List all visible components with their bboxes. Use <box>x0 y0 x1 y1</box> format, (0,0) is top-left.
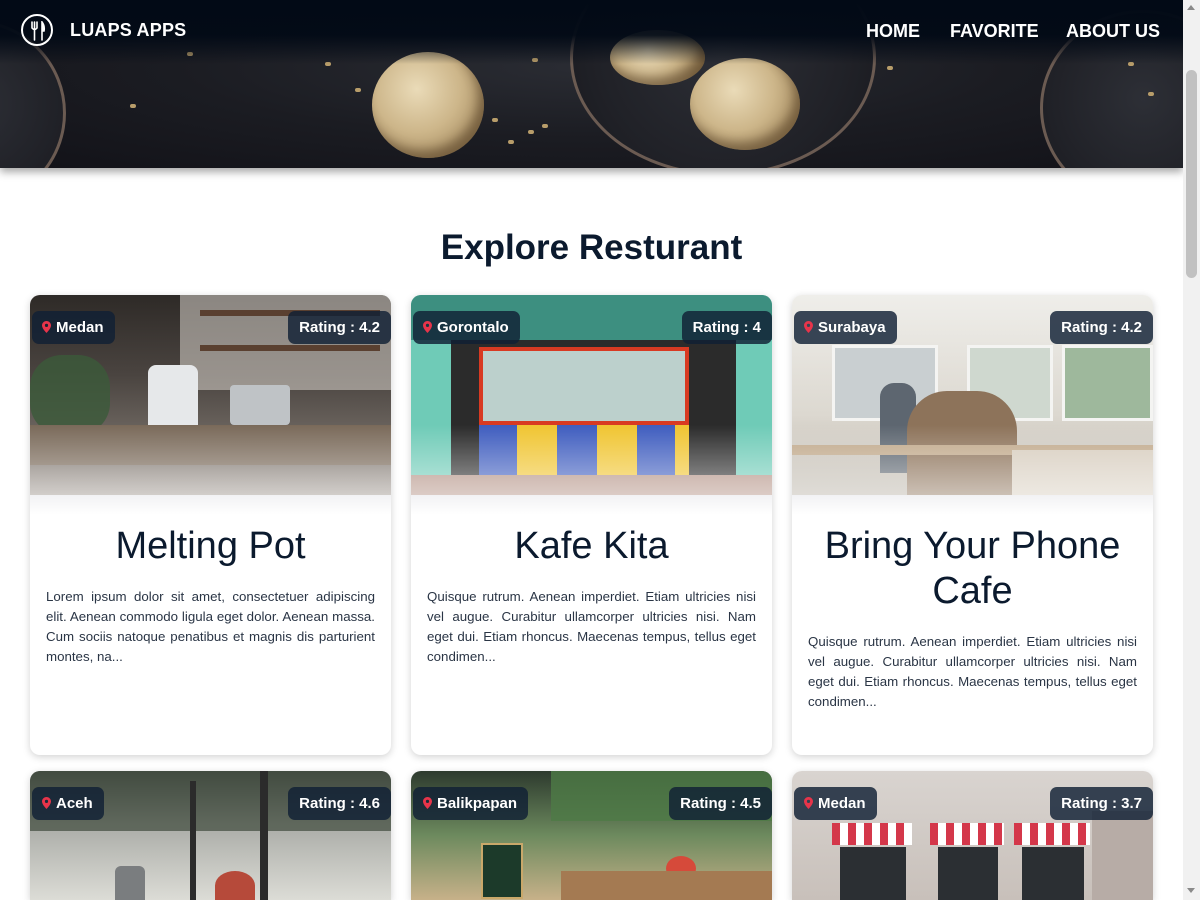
restaurant-image: Balikpapan Rating : 4.5 <box>411 771 772 900</box>
restaurant-name[interactable]: Kafe Kita <box>411 524 772 569</box>
restaurant-card[interactable]: Medan Rating : 3.7 <box>792 771 1153 900</box>
restaurant-description: Quisque rutrum. Aenean imperdiet. Etiam … <box>427 589 756 664</box>
restaurant-card[interactable]: Aceh Rating : 4.6 <box>30 771 391 900</box>
brand-name[interactable]: LUAPS APPS <box>70 20 186 41</box>
restaurant-card[interactable]: Balikpapan Rating : 4.5 <box>411 771 772 900</box>
rating-badge: Rating : 3.7 <box>1050 787 1153 820</box>
rating-badge: Rating : 4.6 <box>288 787 391 820</box>
restaurant-description: Lorem ipsum dolor sit amet, consectetuer… <box>46 589 375 664</box>
fork-knife-icon[interactable] <box>21 14 53 46</box>
restaurant-image: Medan Rating : 4.2 <box>30 295 391 495</box>
location-badge: Balikpapan <box>413 787 529 820</box>
hero-cookie <box>690 58 800 150</box>
location-text: Medan <box>818 795 866 812</box>
location-pin-icon <box>423 797 432 809</box>
rating-badge: Rating : 4.2 <box>288 311 391 344</box>
navbar: LUAPS APPS HOME FAVORITE ABOUT US <box>0 0 1183 64</box>
page-scrollbar[interactable] <box>1183 0 1200 900</box>
location-badge: Medan <box>32 311 115 344</box>
location-badge: Surabaya <box>794 311 897 344</box>
location-pin-icon <box>804 797 813 809</box>
nav-home-link[interactable]: HOME <box>866 21 920 42</box>
location-text: Gorontalo <box>437 319 509 336</box>
rating-badge: Rating : 4.5 <box>669 787 772 820</box>
rating-badge: Rating : 4.2 <box>1050 311 1153 344</box>
scroll-up-arrow-icon[interactable] <box>1187 5 1195 10</box>
location-pin-icon <box>423 321 432 333</box>
scroll-down-arrow-icon[interactable] <box>1187 888 1195 893</box>
location-text: Balikpapan <box>437 795 518 812</box>
restaurant-name[interactable]: Bring Your Phone Cafe <box>792 524 1153 614</box>
location-badge: Gorontalo <box>413 311 520 344</box>
scrollbar-thumb[interactable] <box>1186 70 1197 278</box>
location-text: Surabaya <box>818 319 886 336</box>
restaurant-image: Medan Rating : 3.7 <box>792 771 1153 900</box>
location-pin-icon <box>804 321 813 333</box>
nav-favorite-link[interactable]: FAVORITE <box>950 21 1039 42</box>
location-pin-icon <box>42 321 51 333</box>
nav-about-link[interactable]: ABOUT US <box>1066 21 1160 42</box>
restaurant-card[interactable]: Medan Rating : 4.2 Melting Pot Lorem ips… <box>30 295 391 755</box>
location-badge: Aceh <box>32 787 104 820</box>
section-title: Explore Resturant <box>440 228 743 267</box>
restaurant-name[interactable]: Melting Pot <box>30 524 391 569</box>
restaurant-image: Surabaya Rating : 4.2 <box>792 295 1153 495</box>
location-pin-icon <box>42 797 51 809</box>
restaurant-description: Quisque rutrum. Aenean imperdiet. Etiam … <box>808 634 1137 709</box>
restaurant-card[interactable]: Gorontalo Rating : 4 Kafe Kita Quisque r… <box>411 295 772 755</box>
location-text: Medan <box>56 319 104 336</box>
rating-badge: Rating : 4 <box>681 311 772 344</box>
hero-cookie <box>372 52 484 158</box>
location-text: Aceh <box>56 795 93 812</box>
restaurant-image: Gorontalo Rating : 4 <box>411 295 772 495</box>
restaurant-card[interactable]: Surabaya Rating : 4.2 Bring Your Phone C… <box>792 295 1153 755</box>
restaurant-image: Aceh Rating : 4.6 <box>30 771 391 900</box>
location-badge: Medan <box>794 787 877 820</box>
